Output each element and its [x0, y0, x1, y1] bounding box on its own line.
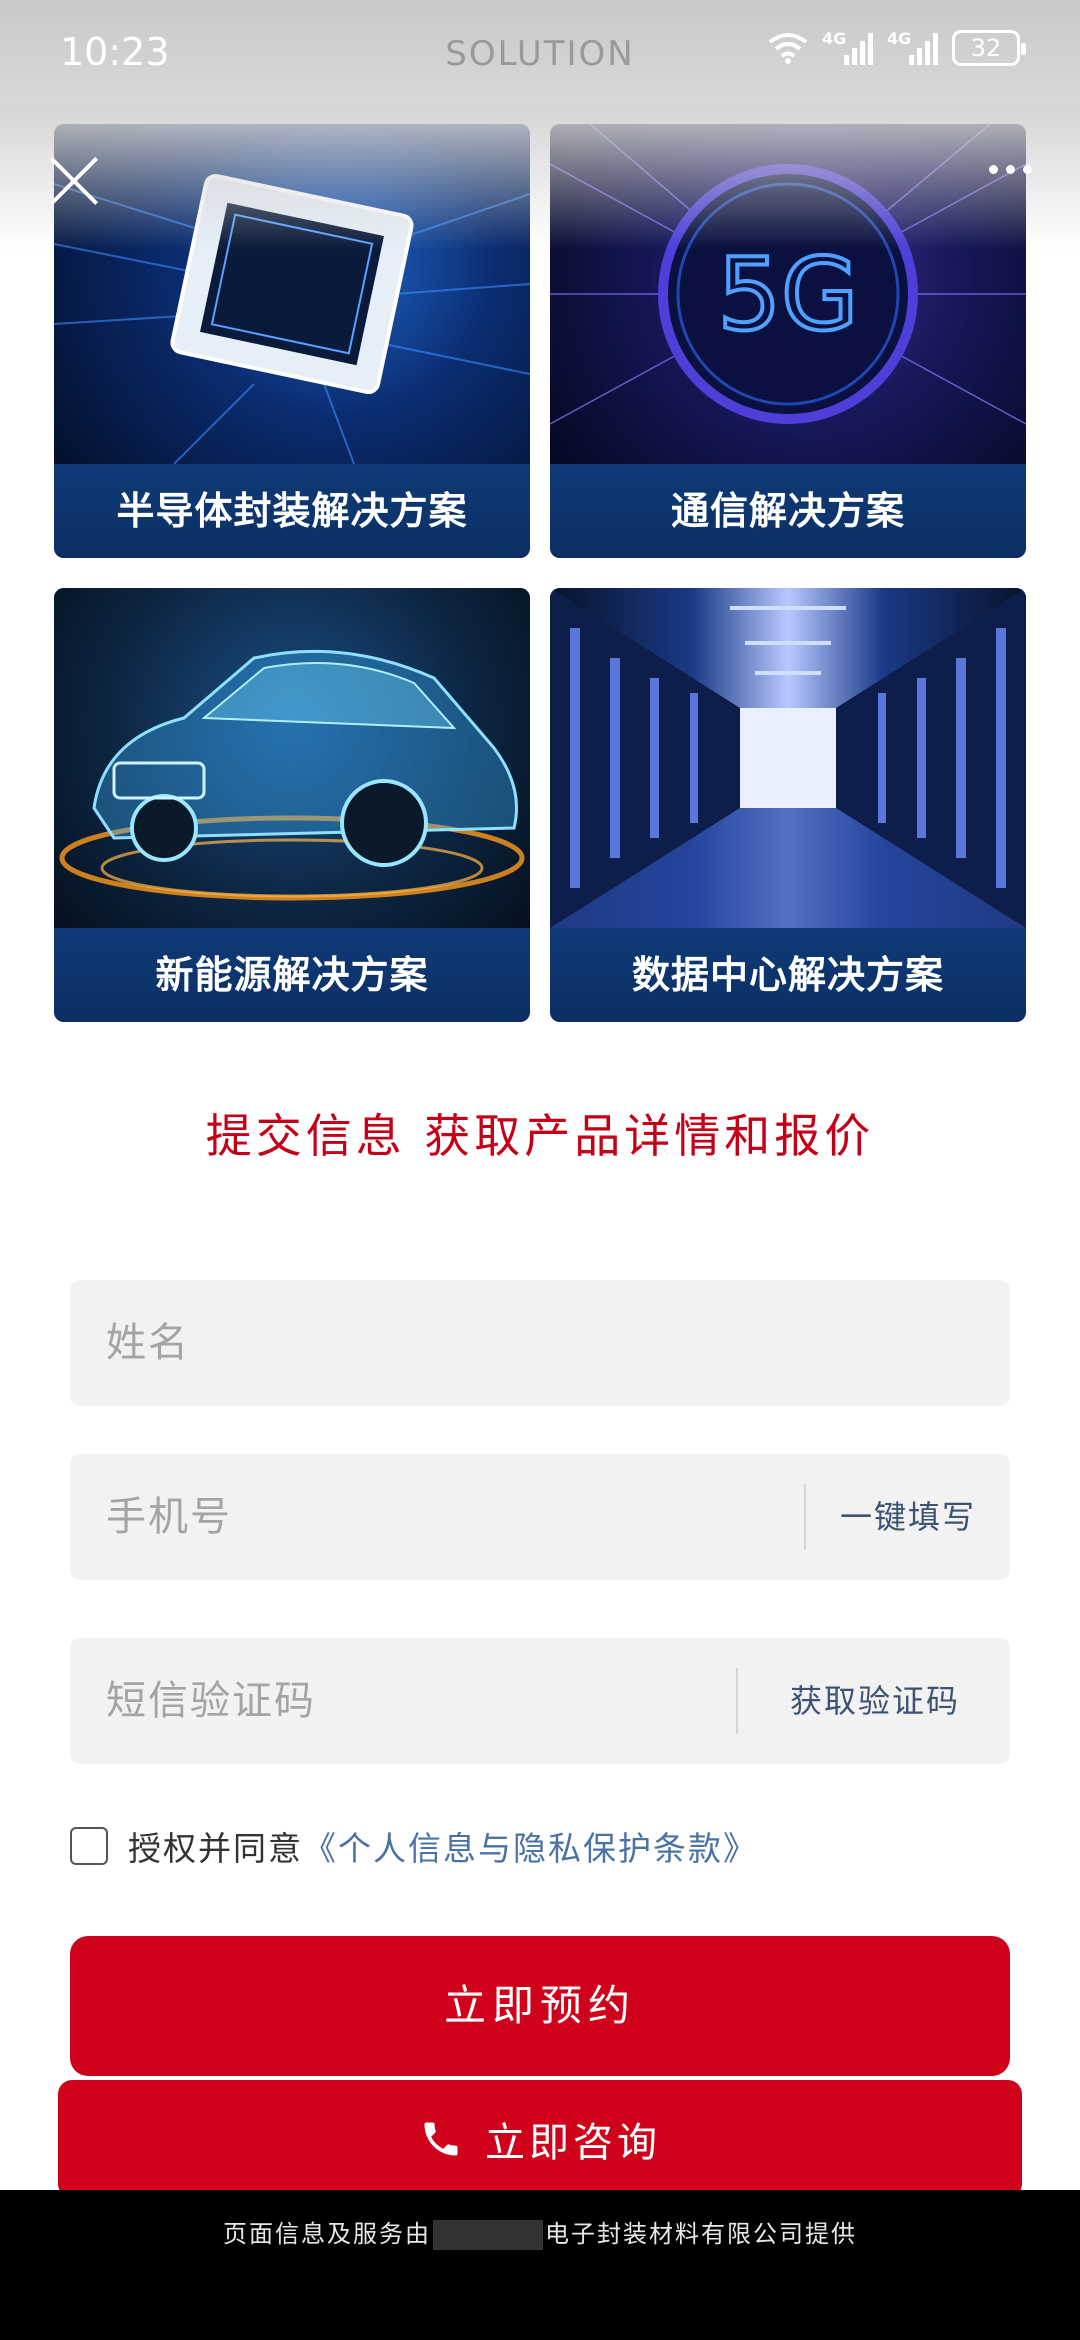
close-icon[interactable] [48, 155, 100, 207]
sms-code-input[interactable] [106, 1638, 746, 1764]
autofill-button[interactable]: 一键填写 [840, 1454, 976, 1580]
wifi-icon [768, 33, 808, 64]
field-divider [736, 1668, 738, 1734]
data-center-image [550, 588, 1026, 928]
battery-icon: 32 [952, 30, 1026, 66]
card-label: 通信解决方案 [550, 464, 1026, 558]
more-options-icon[interactable] [989, 165, 1032, 174]
network-type-label: 4G [822, 29, 847, 48]
consent-row: 授权并同意 《个人信息与隐私保护条款》 [70, 1822, 758, 1870]
field-divider [804, 1484, 806, 1550]
status-bar: 10:23 SOLUTION 4G 4G 32 [0, 0, 1080, 105]
get-code-button[interactable]: 获取验证码 [790, 1638, 960, 1764]
card-label: 半导体封装解决方案 [54, 464, 530, 558]
footer-text: 页面信息及服务由 电子封装材料有限公司提供 [0, 2214, 1080, 2250]
form-headline: 提交信息 获取产品详情和报价 [205, 1109, 875, 1163]
footer: 页面信息及服务由 电子封装材料有限公司提供 [0, 2190, 1080, 2340]
car-wireframe-image [54, 588, 530, 928]
landing-page: 10:23 SOLUTION 4G 4G 32 半导体封装解决方案 5G 通信解… [0, 0, 1080, 2190]
sms-code-field: 获取验证码 [70, 1638, 1010, 1764]
footer-suffix: 电子封装材料有限公司提供 [545, 2220, 857, 2248]
name-field [70, 1280, 1010, 1406]
consult-label: 立即咨询 [485, 2120, 661, 2166]
card-label: 新能源解决方案 [54, 928, 530, 1022]
reserve-button[interactable]: 立即预约 [70, 1936, 1010, 2076]
redacted-company-name [433, 2220, 543, 2250]
5g-text: 5G [717, 236, 858, 353]
phone-icon [424, 2122, 458, 2156]
consent-text: 授权并同意 [128, 1829, 303, 1868]
card-data-center[interactable]: 数据中心解决方案 [550, 588, 1026, 1022]
cellular-signal-icon: 4G [822, 29, 873, 65]
consent-checkbox[interactable] [70, 1827, 108, 1865]
phone-field: 一键填写 [70, 1454, 1010, 1580]
card-new-energy[interactable]: 新能源解决方案 [54, 588, 530, 1022]
footer-prefix: 页面信息及服务由 [223, 2220, 431, 2248]
privacy-terms-link[interactable]: 《个人信息与隐私保护条款》 [303, 1822, 758, 1870]
phone-input[interactable] [106, 1454, 806, 1580]
status-icons: 4G 4G 32 [768, 29, 1026, 66]
network-type-label-2: 4G [887, 29, 912, 48]
cellular-signal-icon-2: 4G [887, 29, 938, 65]
solution-cards-grid: 半导体封装解决方案 5G 通信解决方案 新能源解决方案 数据中心解决方案 [54, 124, 1026, 1022]
card-label: 数据中心解决方案 [550, 928, 1026, 1022]
name-input[interactable] [106, 1280, 806, 1406]
consult-button[interactable]: 立即咨询 [58, 2080, 1022, 2190]
webview-top-bar [0, 105, 1080, 250]
